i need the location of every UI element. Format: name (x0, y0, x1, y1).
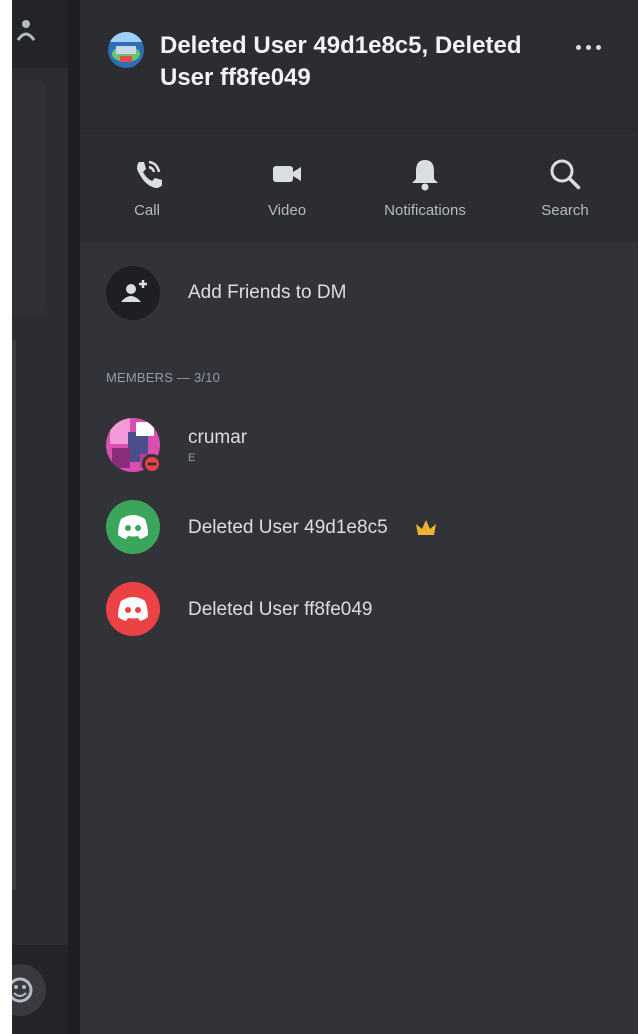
call-button[interactable]: Call (102, 130, 192, 244)
crown-icon (416, 520, 436, 535)
group-avatar[interactable] (108, 32, 144, 68)
more-options-icon[interactable] (570, 34, 606, 60)
add-friends-label: Add Friends to DM (188, 282, 347, 303)
members-header: MEMBERS — 3/10 (106, 370, 221, 385)
action-bar: Call Video Notifications Search (80, 128, 638, 244)
avatar (106, 500, 160, 554)
notifications-button[interactable]: Notifications (365, 130, 485, 244)
panel-header: Deleted User 49d1e8c5, Deleted User ff8f… (80, 0, 638, 128)
member-item-crumar[interactable]: crumar E (106, 418, 606, 474)
group-dm-panel: Deleted User 49d1e8c5, Deleted User ff8f… (80, 0, 638, 1034)
emoji-icon[interactable] (12, 955, 52, 1025)
member-list-icon[interactable] (12, 6, 40, 46)
search-button[interactable]: Search (520, 130, 610, 244)
member-name: Deleted User 49d1e8c5 (188, 517, 388, 538)
page-title: Deleted User 49d1e8c5, Deleted User ff8f… (160, 32, 522, 91)
discord-logo-icon (118, 515, 148, 539)
panel-divider (68, 0, 80, 1034)
search-label: Search (541, 202, 589, 219)
member-item-deleted-user-ff8fe049[interactable]: Deleted User ff8fe049 (106, 582, 606, 638)
channel-sidebar-edge (12, 340, 16, 890)
member-name: Deleted User ff8fe049 (188, 599, 373, 620)
avatar (106, 582, 160, 636)
search-icon (550, 159, 581, 190)
call-label: Call (134, 202, 160, 219)
video-icon (273, 166, 301, 182)
avatar (106, 418, 162, 474)
member-list-panel: Add Friends to DM MEMBERS — 3/10 crumar … (80, 242, 638, 1034)
phone-icon (137, 160, 162, 188)
bell-icon (412, 160, 438, 191)
notifications-label: Notifications (384, 202, 466, 219)
member-item-deleted-user-49d1e8c5[interactable]: Deleted User 49d1e8c5 (106, 500, 606, 556)
channel-sidebar-card (12, 80, 46, 316)
dnd-status-icon (142, 454, 162, 474)
video-button[interactable]: Video (242, 130, 332, 244)
add-user-icon (106, 266, 160, 320)
video-label: Video (267, 202, 307, 219)
add-friends-button[interactable]: Add Friends to DM (106, 266, 606, 322)
member-name: crumar (188, 427, 248, 448)
discord-logo-icon (118, 597, 148, 621)
member-status-text: E (188, 452, 196, 464)
